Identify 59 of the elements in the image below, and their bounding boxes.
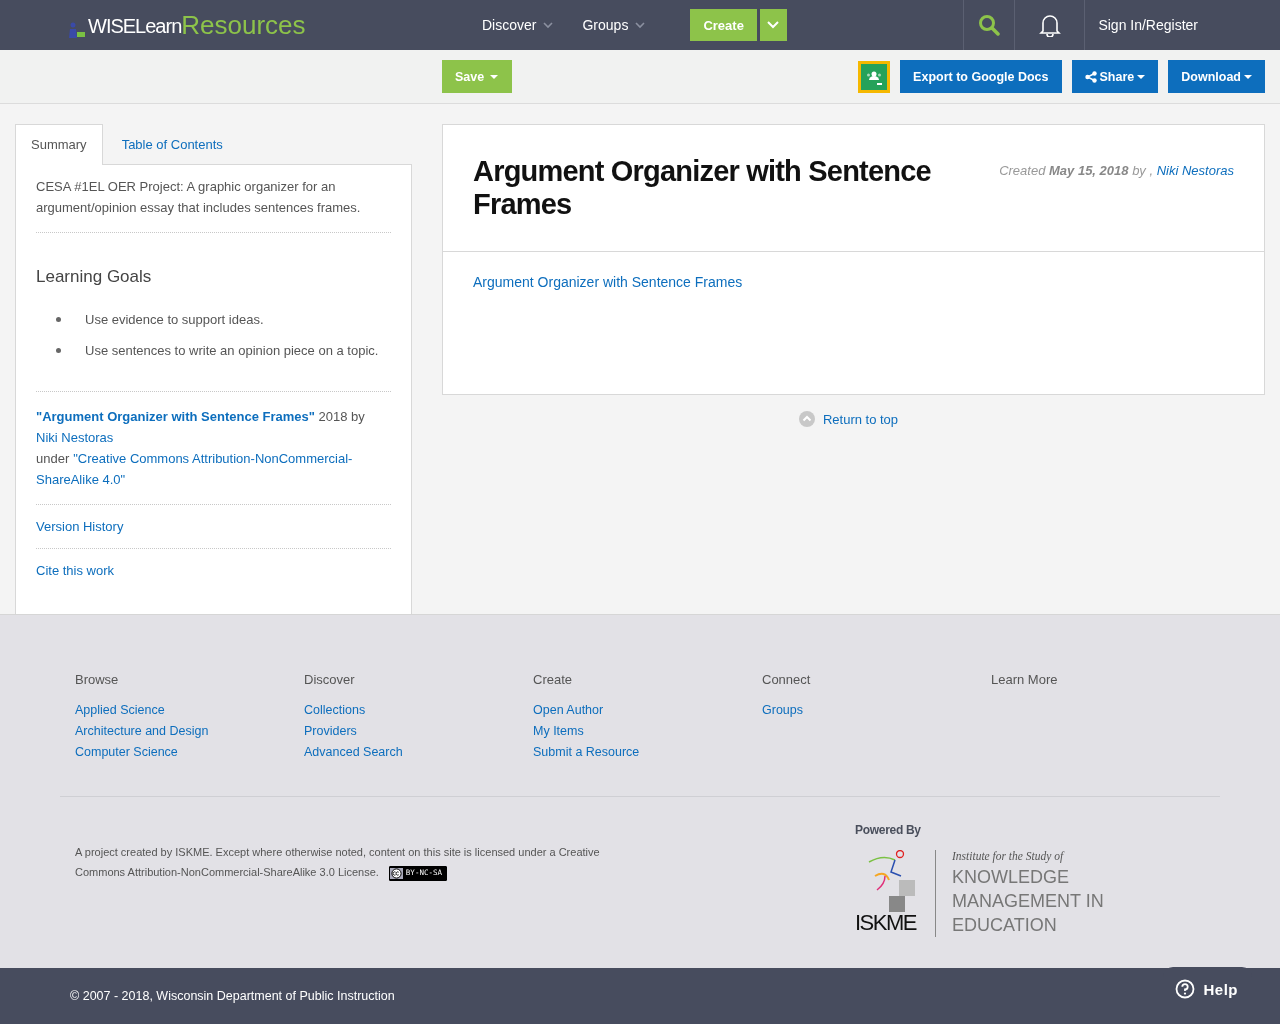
goal-text: Use sentences to write an opinion piece on a topic. [85,342,379,360]
section-heading: Learning Goals [36,267,153,287]
tab[interactable]: Table of Contents [102,124,239,164]
footer-link[interactable]: Architecture and Design [75,721,304,742]
goal-text: Use evidence to support ideas. [85,311,264,329]
site-logo[interactable]: WISELearnResources [68,12,458,38]
file-link[interactable]: Argument Organizer with Sentence Frames [473,274,743,290]
footer-link[interactable]: Open Author [533,700,762,721]
people-icon [68,22,86,38]
caret-icon [542,20,555,30]
footer-link[interactable]: Advanced Search [304,742,533,763]
footer-heading: Discover [304,672,356,687]
resource-title: Argument Organizer with Sentence Frames [473,155,932,221]
nav-menu[interactable]: Discover [482,17,555,33]
footer-link[interactable]: Collections [304,700,533,721]
panel-link[interactable]: Version History [36,519,124,534]
footer-link[interactable]: Applied Science [75,700,304,721]
author-link[interactable]: Niki Nestoras [36,430,114,445]
author-link[interactable]: Niki Nestoras [1156,163,1234,178]
partner-abbreviation: ISKME [855,912,916,934]
footer-link[interactable]: Providers [304,721,533,742]
up-circle-icon [798,411,815,427]
tab[interactable]: Summary [15,124,103,165]
powered-by-label: Powered By [855,823,922,837]
attribution-text: "Argument Organizer with Sentence Frames" 2018 by Niki Nestoras under "Creative Commons Attribution-NonCommercial-ShareAlike 4.0" [36,408,366,489]
partner-name: KNOWLEDGE MANAGEMENT IN EDUCATION [952,866,1105,937]
footer-link[interactable]: Submit a Resource [533,742,762,763]
bullet-icon [56,317,61,322]
footer-link[interactable]: Groups [762,700,991,721]
created-text: Created May 15, 2018 by , Niki Nestoras [999,163,1234,180]
footer-link[interactable]: Computer Science [75,742,304,763]
bullet-icon [56,348,61,353]
search-icon[interactable] [978,14,1001,36]
caret-icon [634,20,647,30]
logo-text: Resources [181,12,306,38]
copyright-text: © 2007 - 2018, Wisconsin Department of Public Instruction [70,989,395,1003]
export-button[interactable]: Export to Google Docs [900,60,1062,93]
logo-text: WISELearn [88,15,182,38]
download-button[interactable]: Download [1168,60,1265,93]
return-to-top-link[interactable]: Return to top [798,411,899,427]
footer-heading: Connect [762,672,812,687]
footer-heading: Create [533,672,574,687]
sign-in-link[interactable]: Sign In/Register [1085,0,1280,50]
footer-heading: Learn More [991,672,1059,687]
title-link[interactable]: "Argument Organizer with Sentence Frames" [36,409,315,424]
google-classroom-button[interactable] [858,60,891,93]
create-dropdown-button[interactable] [759,9,787,41]
footer-link[interactable]: My Items [533,721,762,742]
share-button[interactable]: Share [1071,60,1159,93]
share-icon [1084,70,1097,83]
cc-icon [389,867,403,879]
bell-icon[interactable] [1038,13,1061,37]
footer-heading: Browse [75,672,120,687]
chevron-icon [766,20,781,30]
nav-menu[interactable]: Groups [582,17,647,33]
help-icon [1175,979,1196,999]
description-text: CESA #1EL OER Project: A graphic organizer for an argument/opinion essay that includes sentences frames. [36,178,362,217]
panel-link[interactable]: Cite this work [36,563,115,578]
partner-tagline: Institute for the Study of [952,850,1066,862]
